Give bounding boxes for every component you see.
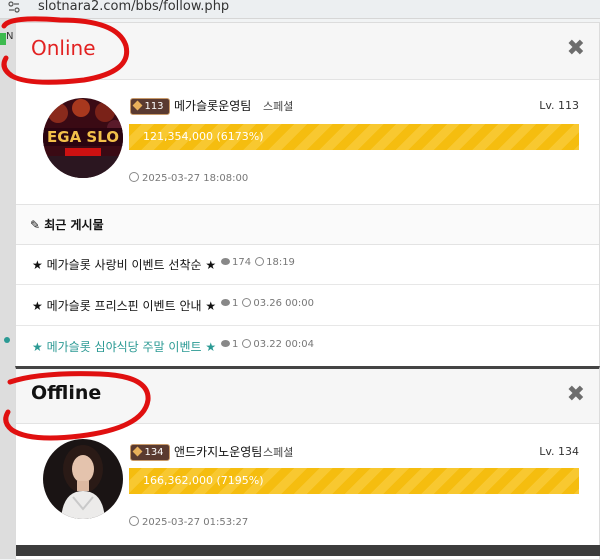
avatar-logo-text: EGA SLO bbox=[47, 128, 119, 146]
comment-count: 1 bbox=[232, 298, 239, 309]
clock-icon bbox=[242, 298, 252, 307]
close-icon[interactable]: ✖ bbox=[567, 382, 585, 407]
exp-progress-bar: 121,354,000 (6173%) bbox=[129, 124, 579, 150]
join-timestamp: 2025-03-27 01:53:27 bbox=[129, 516, 248, 528]
post-title[interactable]: ★ 메가슬롯 프리스핀 이벤트 안내 ★ bbox=[32, 297, 216, 314]
next-card-edge bbox=[16, 545, 600, 556]
join-time-text: 2025-03-27 18:08:00 bbox=[142, 173, 249, 184]
comment-count: 1 bbox=[232, 339, 239, 350]
post-meta: 174 18:19 bbox=[221, 257, 295, 268]
join-timestamp: 2025-03-27 18:08:00 bbox=[129, 172, 248, 184]
mega-slot-avatar-image: EGA SLO bbox=[43, 98, 123, 178]
user-level: Lv. 134 bbox=[539, 445, 579, 458]
post-meta: 1 03.22 00:04 bbox=[221, 339, 314, 350]
address-bar[interactable]: slotnara2.com/bbs/follow.php bbox=[0, 0, 600, 19]
user-level: Lv. 113 bbox=[539, 99, 579, 112]
online-status-title: Online bbox=[31, 36, 96, 60]
comment-icon bbox=[221, 299, 230, 306]
comment-count: 174 bbox=[232, 257, 252, 268]
post-time: 18:19 bbox=[266, 257, 295, 268]
clock-icon bbox=[129, 516, 139, 526]
user-name[interactable]: 앤드카지노운영팀 bbox=[174, 443, 262, 460]
pencil-icon: ✎ bbox=[30, 218, 41, 232]
teal-dot bbox=[4, 337, 10, 343]
post-time: 03.26 00:00 bbox=[253, 298, 314, 309]
user-grade: 스페셜 bbox=[263, 100, 294, 113]
recent-posts-title: ✎ 최근 게시물 bbox=[30, 216, 104, 233]
avatar[interactable] bbox=[43, 439, 123, 519]
offline-card-header: Offline ✖ bbox=[16, 369, 599, 424]
level-badge: 134 bbox=[130, 444, 170, 461]
clock-icon bbox=[255, 257, 265, 266]
join-time-text: 2025-03-27 01:53:27 bbox=[142, 517, 249, 528]
left-page-edge: N bbox=[0, 19, 15, 559]
post-meta: 1 03.26 00:00 bbox=[221, 298, 314, 309]
clock-icon bbox=[129, 172, 139, 182]
casino-avatar-image bbox=[43, 439, 123, 519]
close-icon[interactable]: ✖ bbox=[567, 36, 585, 61]
recent-posts-label: 최근 게시물 bbox=[44, 218, 104, 232]
comment-icon bbox=[221, 340, 230, 347]
offline-status-title: Offline bbox=[31, 382, 102, 404]
clock-icon bbox=[242, 339, 252, 348]
post-title[interactable]: ★ 메가슬롯 사랑비 이벤트 선착순 ★ bbox=[32, 256, 216, 273]
avatar[interactable]: EGA SLO bbox=[43, 98, 123, 178]
badge-level: 113 bbox=[144, 101, 164, 112]
edge-letter: N bbox=[6, 31, 14, 42]
list-item[interactable]: ★ 메가슬롯 프리스핀 이벤트 안내 ★ 1 03.26 00:00 bbox=[16, 285, 599, 326]
site-settings-icon[interactable] bbox=[8, 1, 20, 13]
list-item[interactable]: ★ 메가슬롯 심야식당 주말 이벤트 ★ 1 03.22 00:04 bbox=[16, 326, 599, 366]
online-card: Online ✖ EGA SLO 113 메가슬롯운영팀 스페셜 Lv. 113… bbox=[15, 22, 600, 369]
post-title[interactable]: ★ 메가슬롯 심야식당 주말 이벤트 ★ bbox=[32, 338, 216, 355]
recent-posts-header: ✎ 최근 게시물 bbox=[16, 204, 599, 245]
exp-progress-bar: 166,362,000 (7195%) bbox=[129, 468, 579, 494]
user-grade: 스페셜 bbox=[263, 446, 294, 459]
list-item[interactable]: ★ 메가슬롯 사랑비 이벤트 선착순 ★ 174 18:19 bbox=[16, 244, 599, 285]
offline-card: Offline ✖ 134 앤드카지노운영팀 스페셜 Lv. 134 166,3… bbox=[15, 366, 600, 560]
level-badge: 113 bbox=[130, 98, 170, 115]
post-time: 03.22 00:04 bbox=[253, 339, 314, 350]
url-text[interactable]: slotnara2.com/bbs/follow.php bbox=[38, 0, 229, 14]
online-card-header: Online ✖ bbox=[16, 23, 599, 80]
user-name[interactable]: 메가슬롯운영팀 bbox=[174, 97, 251, 114]
badge-level: 134 bbox=[144, 447, 164, 458]
comment-icon bbox=[221, 258, 230, 265]
